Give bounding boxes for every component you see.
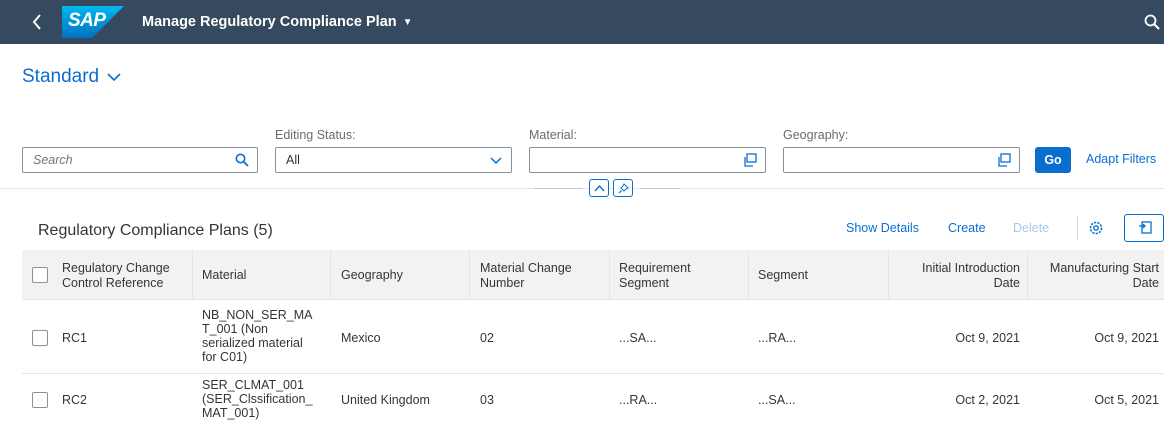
cell-mfg: Oct 5, 2021 <box>1094 393 1159 407</box>
editing-status-value: All <box>286 153 300 167</box>
column-separator <box>192 250 193 300</box>
col-header-intro[interactable]: Initial Introduction Date <box>888 261 1020 291</box>
delete-button[interactable]: Delete <box>1013 221 1049 235</box>
collapse-icon <box>593 184 605 191</box>
export-button[interactable] <box>1124 214 1164 242</box>
cell-geography: Mexico <box>341 331 381 345</box>
toolbar-separator <box>1077 216 1078 240</box>
app-title-menu[interactable]: Manage Regulatory Compliance Plan ▼ <box>142 14 413 30</box>
cell-ref: RC1 <box>62 331 88 345</box>
geography-label: Geography: <box>783 128 849 142</box>
value-help-icon[interactable] <box>997 153 1011 167</box>
cell-intro: Oct 9, 2021 <box>955 331 1020 345</box>
search-icon[interactable] <box>235 153 249 167</box>
col-header-geography[interactable]: Geography <box>341 268 403 283</box>
cell-intro: Oct 2, 2021 <box>955 393 1020 407</box>
pin-icon <box>618 182 629 193</box>
gear-icon[interactable] <box>1088 220 1104 236</box>
show-details-button[interactable]: Show Details <box>846 221 919 235</box>
editing-status-label: Editing Status: <box>275 128 356 142</box>
variant-selector[interactable]: Standard <box>22 66 121 88</box>
column-separator <box>469 250 470 300</box>
pin-header-button[interactable] <box>613 179 633 197</box>
row-checkbox[interactable] <box>32 392 48 408</box>
table-header: Regulatory Change Control Reference Mate… <box>22 250 1164 300</box>
cell-mcn: 02 <box>480 331 494 345</box>
geography-input[interactable] <box>783 147 1020 173</box>
search-input[interactable]: Search <box>22 147 258 173</box>
divider-accent-left <box>534 188 582 189</box>
chevron-down-icon <box>490 157 502 165</box>
material-input[interactable] <box>529 147 766 173</box>
cell-segment: ...SA... <box>758 393 796 407</box>
export-icon <box>1139 221 1152 234</box>
table-row[interactable]: RC2 SER_CLMAT_001 (SER_Clssification_ MA… <box>22 375 1164 421</box>
cell-reqseg: ...RA... <box>619 393 658 407</box>
create-button[interactable]: Create <box>948 221 986 235</box>
search-placeholder: Search <box>33 153 73 167</box>
sap-logo[interactable]: SAP <box>62 6 124 38</box>
material-label: Material: <box>529 128 577 142</box>
app-title: Manage Regulatory Compliance Plan <box>142 14 397 30</box>
variant-label: Standard <box>22 66 100 87</box>
row-checkbox[interactable] <box>32 330 48 346</box>
col-header-ref[interactable]: Regulatory Change Control Reference <box>62 261 192 291</box>
table-row[interactable]: RC1 NB_NON_SER_MA T_001 (Non serialized … <box>22 301 1164 374</box>
cell-material: NB_NON_SER_MA T_001 (Non serialized mate… <box>202 308 313 364</box>
select-all-checkbox[interactable] <box>32 267 48 283</box>
logo-text: SAP <box>68 10 106 31</box>
shell-bar: SAP Manage Regulatory Compliance Plan ▼ <box>0 0 1164 44</box>
column-separator <box>748 250 749 300</box>
search-icon[interactable] <box>1144 14 1160 30</box>
col-header-reqseg[interactable]: Requirement Segment <box>619 261 691 291</box>
column-separator <box>609 250 610 300</box>
cell-segment: ...RA... <box>758 331 797 345</box>
caret-down-icon: ▼ <box>402 16 413 28</box>
col-header-mcn[interactable]: Material Change Number <box>480 261 605 291</box>
header-divider <box>0 188 1164 189</box>
cell-material: SER_CLMAT_001 (SER_Clssification_ MAT_00… <box>202 378 313 420</box>
cell-mcn: 03 <box>480 393 494 407</box>
editing-status-select[interactable]: All <box>275 147 512 173</box>
col-header-mfg[interactable]: Manufacturing Start Date <box>1027 261 1159 291</box>
cell-mfg: Oct 9, 2021 <box>1094 331 1159 345</box>
col-header-material[interactable]: Material <box>202 268 246 283</box>
chevron-down-icon <box>107 73 121 82</box>
back-icon <box>32 14 41 30</box>
table-title: Regulatory Compliance Plans (5) <box>38 222 273 239</box>
divider-accent-right <box>640 188 680 189</box>
cell-reqseg: ...SA... <box>619 331 657 345</box>
adapt-filters-link[interactable]: Adapt Filters <box>1086 152 1156 166</box>
value-help-icon[interactable] <box>743 153 757 167</box>
go-button[interactable]: Go <box>1035 147 1071 173</box>
collapse-header-button[interactable] <box>589 179 609 197</box>
column-separator <box>330 250 331 300</box>
back-button[interactable] <box>22 0 52 44</box>
cell-geography: United Kingdom <box>341 393 430 407</box>
cell-ref: RC2 <box>62 393 88 407</box>
col-header-segment[interactable]: Segment <box>758 268 808 283</box>
